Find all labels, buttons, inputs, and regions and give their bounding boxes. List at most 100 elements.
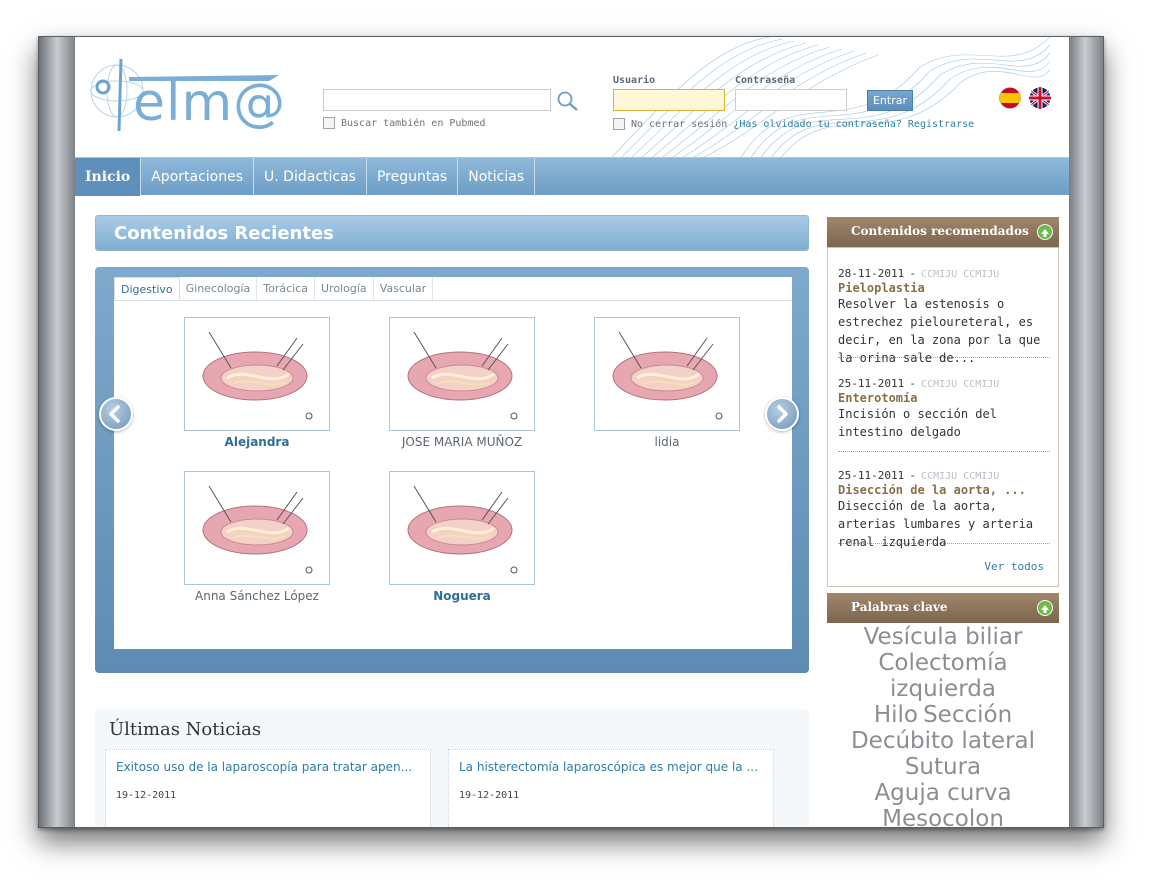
content-thumbnail[interactable] bbox=[389, 317, 535, 431]
content-author-link[interactable]: JOSE MARIA MUÑOZ bbox=[372, 435, 552, 449]
recent-content-header: Contenidos Recientes bbox=[95, 215, 809, 251]
password-input[interactable] bbox=[735, 89, 847, 111]
user-label: Usuario bbox=[613, 75, 656, 86]
chevron-right-icon bbox=[777, 405, 788, 423]
nav-item-inicio[interactable]: Inicio bbox=[75, 158, 142, 196]
content-thumbnail[interactable] bbox=[184, 317, 330, 431]
frame-right-edge bbox=[1067, 37, 1103, 827]
recent-content-title: Contenidos Recientes bbox=[114, 223, 334, 244]
surgery-illustration-icon bbox=[612, 331, 723, 420]
recommended-item[interactable]: 25-11-2011 - CCMIJU CCMIJU Disección de … bbox=[838, 464, 1050, 549]
register-link[interactable]: Registrarse bbox=[908, 119, 974, 130]
recommended-item[interactable]: 28-11-2011 - CCMIJU CCMIJU Pieloplastia … bbox=[838, 262, 1050, 365]
tab-vascular[interactable]: Vascular bbox=[374, 277, 434, 300]
tab-toracica[interactable]: Torácica bbox=[257, 277, 316, 300]
recommended-list: 28-11-2011 - CCMIJU CCMIJU Pieloplastia … bbox=[827, 247, 1059, 587]
tab-ginecologia[interactable]: Ginecología bbox=[180, 277, 258, 300]
keyword-tag-cloud: Vesícula biliar Colectomía izquierda Hil… bbox=[827, 624, 1059, 827]
keywords-title: Palabras clave bbox=[851, 600, 948, 614]
login-button[interactable]: Entrar bbox=[867, 90, 913, 111]
latest-news-title: Últimas Noticias bbox=[109, 719, 262, 740]
content-author-link[interactable]: Anna Sánchez López bbox=[167, 589, 347, 603]
nav-item-aportaciones[interactable]: Aportaciones bbox=[141, 158, 255, 196]
rec-title[interactable]: Pieloplastia bbox=[838, 281, 1050, 295]
recommended-header: Contenidos recomendados bbox=[827, 217, 1059, 247]
keyword-tag[interactable]: Decúbito lateral bbox=[851, 728, 1035, 754]
keyword-tag[interactable]: Vesícula biliar bbox=[864, 624, 1023, 650]
surgery-illustration-icon bbox=[407, 331, 518, 420]
keyword-tag[interactable]: Sección bbox=[923, 702, 1012, 728]
rec-date: 25-11-2011 bbox=[838, 377, 905, 390]
collapse-up-icon[interactable] bbox=[1037, 600, 1053, 616]
carousel-next-button[interactable] bbox=[765, 397, 799, 431]
rec-description: Incisión o sección del intestino delgado bbox=[838, 407, 997, 439]
news-item[interactable]: Exitoso uso de la laparoscopía para trat… bbox=[105, 749, 431, 827]
keyword-tag[interactable]: Hilo bbox=[874, 702, 918, 728]
news-headline[interactable]: Exitoso uso de la laparoscopía para trat… bbox=[116, 760, 416, 774]
pubmed-checkbox[interactable] bbox=[323, 117, 335, 129]
carousel-panel: Digestivo Ginecología Torácica Urología … bbox=[114, 277, 792, 649]
search-icon[interactable] bbox=[555, 89, 581, 113]
keyword-tag[interactable]: Sutura bbox=[905, 754, 981, 780]
nav-item-preguntas[interactable]: Preguntas bbox=[367, 158, 459, 196]
rec-author: CCMIJU CCMIJU bbox=[921, 269, 1000, 280]
specialty-tabs: Digestivo Ginecología Torácica Urología … bbox=[114, 277, 792, 301]
content-author-link[interactable]: lidia bbox=[577, 435, 757, 449]
login-options: No cerrar sesión ¿Has olvidado tu contra… bbox=[613, 118, 974, 130]
recommended-title: Contenidos recomendados bbox=[851, 224, 1029, 238]
keyword-tag[interactable]: Colectomía izquierda bbox=[878, 650, 1007, 702]
nav-item-unidades-didacticas[interactable]: U. Didacticas bbox=[254, 158, 367, 196]
collapse-up-icon[interactable] bbox=[1037, 224, 1053, 240]
content-thumbnail[interactable] bbox=[184, 471, 330, 585]
recent-content-carousel: Digestivo Ginecología Torácica Urología … bbox=[95, 267, 809, 673]
rec-description: Disección de la aorta, arterias lumbares… bbox=[838, 499, 1034, 549]
site-header: elm@ Buscar también en Pubmed Usuario Co… bbox=[75, 37, 1069, 157]
user-input[interactable] bbox=[613, 89, 725, 111]
logo-text: elm@ bbox=[133, 73, 287, 133]
news-item[interactable]: La histerectomía laparoscópica es mejor … bbox=[448, 749, 774, 827]
pubmed-option: Buscar también en Pubmed bbox=[323, 117, 486, 129]
news-headline[interactable]: La histerectomía laparoscópica es mejor … bbox=[459, 760, 759, 774]
forgot-password-link[interactable]: ¿Has olvidado tu contraseña? bbox=[733, 119, 902, 130]
keywords-header: Palabras clave bbox=[827, 593, 1059, 623]
arrow-up-icon bbox=[1041, 605, 1049, 613]
rec-author: CCMIJU CCMIJU bbox=[921, 379, 1000, 390]
spanish-flag-icon[interactable] bbox=[999, 87, 1021, 109]
rec-title[interactable]: Enterotomía bbox=[838, 391, 1050, 405]
carousel-prev-button[interactable] bbox=[99, 397, 133, 431]
rec-description: Resolver la estenosis o estrechez pielou… bbox=[838, 297, 1041, 365]
keyword-tag[interactable]: Mesocolon bbox=[882, 806, 1004, 827]
tab-digestivo[interactable]: Digestivo bbox=[114, 277, 180, 300]
pubmed-label: Buscar también en Pubmed bbox=[341, 117, 486, 129]
news-date: 19-12-2011 bbox=[459, 790, 520, 801]
content-thumbnail[interactable] bbox=[594, 317, 740, 431]
web-page: elm@ Buscar también en Pubmed Usuario Co… bbox=[75, 37, 1069, 827]
recommended-item[interactable]: 25-11-2011 - CCMIJU CCMIJU Enterotomía I… bbox=[838, 372, 1050, 452]
chevron-left-icon bbox=[109, 405, 120, 423]
rec-date: 25-11-2011 bbox=[838, 469, 905, 482]
password-label: Contraseña bbox=[735, 75, 796, 86]
content-thumbnail[interactable] bbox=[389, 471, 535, 585]
see-all-link[interactable]: Ver todos bbox=[984, 560, 1044, 573]
content-author-link[interactable]: Noguera bbox=[372, 589, 552, 603]
search-input[interactable] bbox=[323, 89, 551, 111]
tab-urologia[interactable]: Urología bbox=[315, 277, 374, 300]
screenshot-frame: elm@ Buscar también en Pubmed Usuario Co… bbox=[38, 36, 1104, 828]
rec-title[interactable]: Disección de la aorta, ... bbox=[838, 483, 1050, 497]
surgery-illustration-icon bbox=[407, 485, 518, 574]
keyword-tag[interactable]: Aguja curva bbox=[874, 780, 1011, 806]
arrow-up-icon bbox=[1041, 229, 1049, 237]
rec-author: CCMIJU CCMIJU bbox=[921, 471, 1000, 482]
rec-date: 28-11-2011 bbox=[838, 267, 905, 280]
telma-logo[interactable]: elm@ bbox=[89, 51, 289, 141]
surgery-illustration-icon bbox=[202, 331, 313, 420]
nav-item-noticias[interactable]: Noticias bbox=[458, 158, 536, 196]
language-selector bbox=[999, 87, 1051, 109]
remember-checkbox[interactable] bbox=[613, 118, 625, 130]
latest-news: Últimas Noticias Exitoso uso de la lapar… bbox=[95, 709, 809, 827]
news-date: 19-12-2011 bbox=[116, 790, 177, 801]
uk-flag-icon[interactable] bbox=[1029, 87, 1051, 109]
main-nav: Inicio Aportaciones U. Didacticas Pregun… bbox=[75, 157, 1069, 196]
remember-label: No cerrar sesión bbox=[631, 118, 728, 130]
content-author-link[interactable]: Alejandra bbox=[167, 435, 347, 449]
